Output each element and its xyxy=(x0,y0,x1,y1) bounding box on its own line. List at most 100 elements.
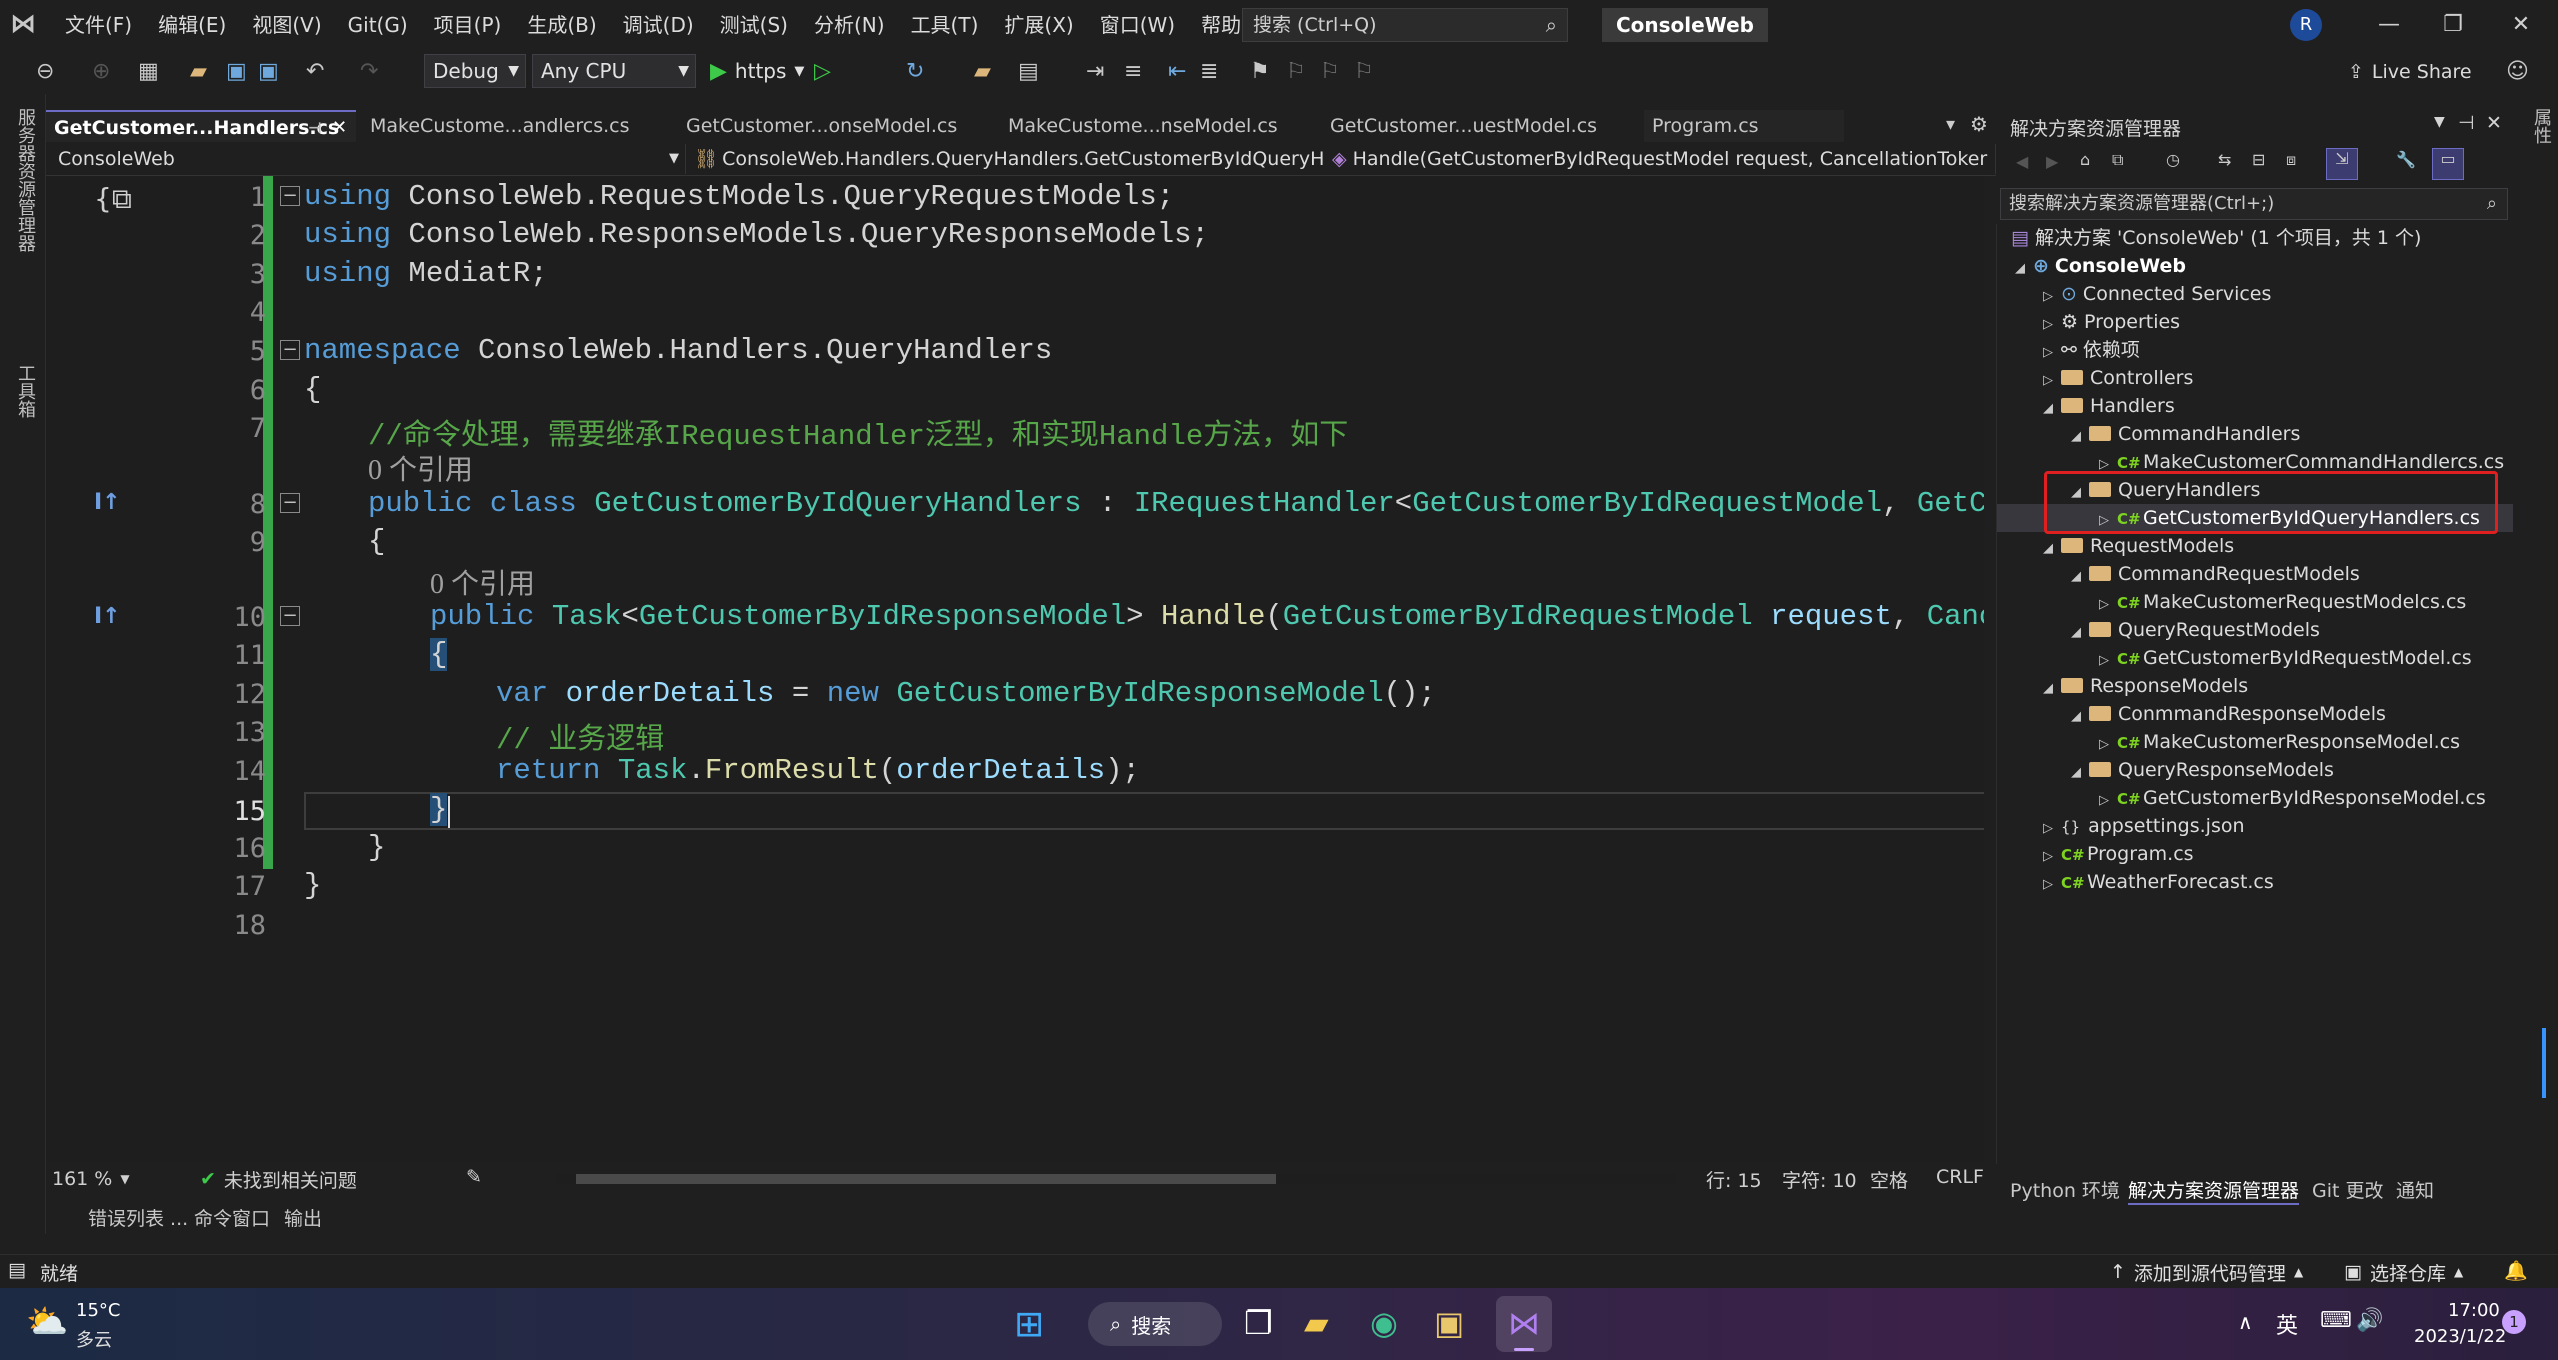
prev-bookmark-icon[interactable]: ⚐ xyxy=(1286,58,1306,86)
implements-icon[interactable]: I↑ xyxy=(94,604,138,630)
tree-file[interactable]: ▷ C# MakeCustomerRequestModelcs.cs xyxy=(2099,588,2466,616)
show-all-files-icon[interactable]: ⧈ xyxy=(2286,150,2296,170)
fold-toggle[interactable]: − xyxy=(280,186,300,206)
menu-build[interactable]: 生成(B) xyxy=(514,0,609,50)
tree-properties[interactable]: ▷ ⚙ Properties xyxy=(2043,308,2180,336)
fold-toggle[interactable]: − xyxy=(280,493,300,513)
network-icon[interactable]: ⌨ xyxy=(2320,1308,2352,1333)
menu-analyze[interactable]: 分析(N) xyxy=(801,0,898,50)
settings-gear-icon[interactable]: ⚙ xyxy=(1970,112,1988,136)
tab-git-changes[interactable]: Git 更改 xyxy=(2312,1176,2384,1203)
menu-git[interactable]: Git(G) xyxy=(335,0,421,50)
redo-icon[interactable]: ↷ xyxy=(360,58,378,86)
tab-getcustomer-handlers[interactable]: GetCustomer...Handlers.cs ⊣ ✕ xyxy=(46,110,356,142)
code-editor[interactable]: {⧉ 1 2 3 4 5 6 7 8 9 10 11 12 13 14 15 1… xyxy=(46,176,1984,1162)
tab-notifications[interactable]: 通知 xyxy=(2396,1176,2434,1203)
fold-toggle[interactable]: − xyxy=(280,606,300,626)
folder-icon[interactable]: ▰ xyxy=(974,58,991,86)
whitespace-mode[interactable]: 空格 xyxy=(1870,1166,1908,1193)
member-dropdown[interactable]: ◈ Handle(GetCustomerByIdRequestModel requ… xyxy=(1324,144,1996,174)
store-icon[interactable]: ▣ xyxy=(1434,1304,1464,1342)
menu-window[interactable]: 窗口(W) xyxy=(1087,0,1188,50)
tree-command-request-models[interactable]: ◢ CommandRequestModels xyxy=(2071,560,2360,588)
pending-changes-icon[interactable]: ◷ xyxy=(2166,150,2180,169)
task-view-icon[interactable]: ❐ xyxy=(1244,1304,1273,1342)
tab-output[interactable]: 输出 xyxy=(284,1204,322,1231)
pin-icon[interactable]: ⊣ xyxy=(2458,112,2475,134)
menu-file[interactable]: 文件(F) xyxy=(52,0,145,50)
global-search-input[interactable]: 搜索 (Ctrl+Q) ⌕ xyxy=(1242,8,1568,42)
sync-icon[interactable]: ⇆ xyxy=(2218,150,2231,169)
close-icon[interactable]: ✕ xyxy=(2486,0,2556,50)
preview-selected-icon[interactable]: ⇲ xyxy=(2326,148,2358,180)
tab-getcustomer-request[interactable]: GetCustomer...uestModel.cs xyxy=(1322,110,1644,142)
live-share-button[interactable]: ⇪ Live Share xyxy=(2348,56,2472,88)
tree-project[interactable]: ◢ ⊕ ConsoleWeb xyxy=(2015,252,2186,280)
avatar[interactable]: R xyxy=(2290,9,2322,41)
menu-view[interactable]: 视图(V) xyxy=(239,0,334,50)
back-icon[interactable]: ⊖ xyxy=(36,58,54,86)
menu-tools[interactable]: 工具(T) xyxy=(898,0,992,50)
configuration-dropdown[interactable]: Debug ▼ xyxy=(424,54,526,88)
tab-command-window[interactable]: 命令窗口 xyxy=(194,1204,270,1231)
open-folder-icon[interactable]: ▰ xyxy=(190,58,207,86)
menu-project[interactable]: 项目(P) xyxy=(421,0,515,50)
add-source-control-button[interactable]: ↑ 添加到源代码管理 ▲ xyxy=(2110,1255,2303,1289)
properties-tab[interactable]: 属性 xyxy=(2528,108,2554,144)
project-dropdown[interactable]: ConsoleWeb ▼ xyxy=(50,144,686,174)
file-explorer-icon[interactable]: ▰ xyxy=(1304,1304,1329,1342)
feedback-icon[interactable]: ☺ xyxy=(2506,58,2529,86)
tree-file[interactable]: ▷ C# MakeCustomerResponseModel.cs xyxy=(2099,728,2460,756)
clock-date[interactable]: 2023/1/22 xyxy=(2414,1326,2506,1347)
tree-handlers[interactable]: ◢ Handlers xyxy=(2043,392,2175,420)
indent-icon[interactable]: ⇥ xyxy=(1086,58,1104,86)
tree-controllers[interactable]: ▷ Controllers xyxy=(2043,364,2193,392)
next-bookmark-icon[interactable]: ⚐ xyxy=(1320,58,1340,86)
tab-python-env[interactable]: Python 环境 xyxy=(2010,1176,2120,1203)
chevron-down-icon[interactable]: ▼ xyxy=(2434,114,2445,130)
tree-appsettings[interactable]: ▷ {} appsettings.json xyxy=(2043,812,2245,840)
layout-icon[interactable]: ▤ xyxy=(1018,58,1039,86)
fold-toggle[interactable]: − xyxy=(280,340,300,360)
visual-studio-taskbar-button[interactable]: ⋈ xyxy=(1496,1296,1552,1352)
line-ending[interactable]: CRLF xyxy=(1936,1166,1984,1188)
solution-search-input[interactable]: 搜索解决方案资源管理器(Ctrl+;) ⌕ xyxy=(2000,188,2508,220)
tree-program[interactable]: ▷ C# Program.cs xyxy=(2043,840,2194,868)
properties-wrench-icon[interactable]: 🔧 xyxy=(2396,150,2416,169)
collapse-all-icon[interactable]: ⊟ xyxy=(2252,150,2265,169)
tree-response-models[interactable]: ◢ ResponseModels xyxy=(2043,672,2248,700)
back-icon[interactable]: ◀ xyxy=(2016,152,2028,171)
track-active-icon[interactable]: ▭ xyxy=(2432,148,2464,180)
comment-icon[interactable]: ≡ xyxy=(1124,58,1142,86)
hot-reload-icon[interactable]: ↻ xyxy=(906,58,924,86)
tab-makecustomer-handler[interactable]: MakeCustome...andlercs.cs xyxy=(362,110,678,142)
notification-badge[interactable]: 1 xyxy=(2502,1310,2526,1334)
brush-icon[interactable]: ✎ xyxy=(466,1166,482,1188)
save-all-icon[interactable]: ▣ xyxy=(258,58,279,86)
uncomment-icon[interactable]: ≣ xyxy=(1200,58,1218,86)
tab-program[interactable]: Program.cs xyxy=(1644,110,1844,142)
tree-file[interactable]: ▷ C# GetCustomerByIdRequestModel.cs xyxy=(2099,644,2472,672)
bookmark-icon[interactable]: ⚑ xyxy=(1250,58,1270,86)
start-debug-button[interactable]: ▶ https ▼ xyxy=(710,54,804,88)
tray-overflow-icon[interactable]: ∧ xyxy=(2238,1310,2253,1334)
issues-indicator[interactable]: ✔ 未找到相关问题 xyxy=(200,1162,357,1196)
tree-query-response-models[interactable]: ◢ QueryResponseModels xyxy=(2071,756,2334,784)
forward-icon[interactable]: ⊕ xyxy=(92,58,110,86)
tree-connected-services[interactable]: ▷ ⊙ Connected Services xyxy=(2043,280,2271,308)
input-language[interactable]: 英 xyxy=(2276,1308,2298,1340)
menu-extensions[interactable]: 扩展(X) xyxy=(991,0,1086,50)
type-dropdown[interactable]: ⛓ ConsoleWeb.Handlers.QueryHandlers.GetCu… xyxy=(686,144,1358,174)
new-item-icon[interactable]: ▦ xyxy=(138,58,159,86)
windows-start-icon[interactable]: ⊞ xyxy=(1014,1304,1044,1345)
code-snippet-icon[interactable]: {⧉ xyxy=(94,182,132,216)
tree-request-models[interactable]: ◢ RequestModels xyxy=(2043,532,2234,560)
menu-edit[interactable]: 编辑(E) xyxy=(145,0,239,50)
close-tab-icon[interactable]: ✕ xyxy=(332,112,347,144)
forward-icon[interactable]: ▶ xyxy=(2046,152,2058,171)
minimize-icon[interactable]: — xyxy=(2354,0,2424,50)
reference-count[interactable]: 0 个引用 xyxy=(368,448,473,488)
edge-browser-icon[interactable]: ◉ xyxy=(1370,1304,1398,1342)
restore-icon[interactable]: ❐ xyxy=(2418,0,2488,50)
clock-time[interactable]: 17:00 xyxy=(2448,1300,2500,1321)
